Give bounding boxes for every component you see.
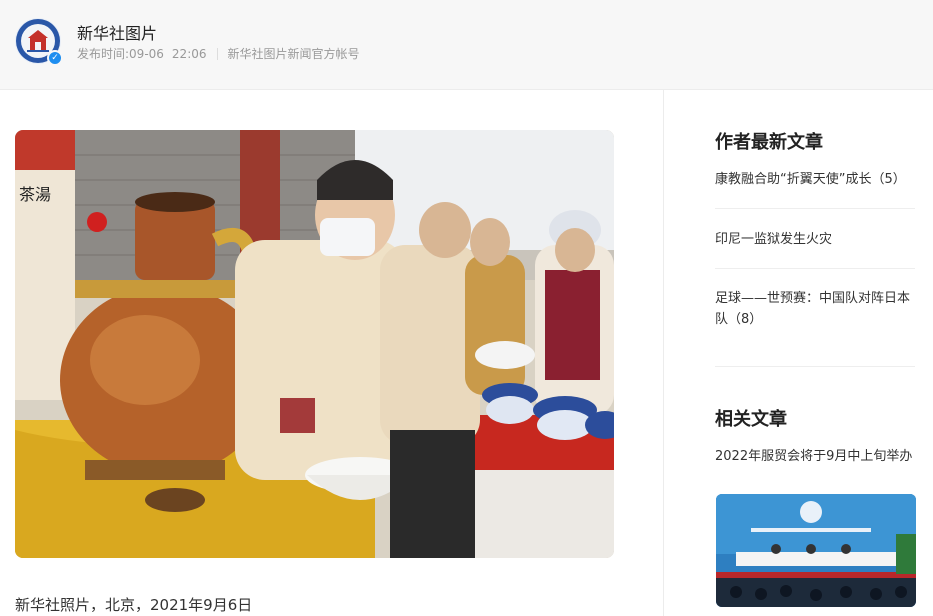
divider <box>715 208 915 209</box>
account-name[interactable]: 新华社图片 <box>77 20 157 44</box>
latest-articles-heading: 作者最新文章 <box>715 132 823 153</box>
svg-text:茶湯: 茶湯 <box>19 185 51 204</box>
publish-label: 发布时间: <box>77 47 130 61</box>
latest-article-2[interactable]: 印尼一监狱发生火灾 <box>715 229 915 250</box>
news-photo[interactable]: 茶湯 <box>15 130 614 558</box>
column-divider <box>663 90 664 616</box>
publish-date: 09-06 <box>129 46 164 61</box>
divider <box>715 268 915 269</box>
press-conference-image <box>716 494 916 607</box>
latest-article-3[interactable]: 足球——世预赛：中国队对阵日本队（8） <box>715 288 915 330</box>
photo-caption: 新华社照片，北京，2021年9月6日 <box>15 596 253 614</box>
related-articles-heading: 相关文章 <box>715 409 787 430</box>
meta-divider <box>216 47 218 60</box>
publish-meta: 发布时间: 09-06 22:06 新华社图片新闻官方帐号 <box>77 45 360 62</box>
verified-check-icon: ✓ <box>47 50 63 66</box>
publish-time: 22:06 <box>171 46 207 61</box>
account-avatar[interactable]: ✓ <box>15 18 63 66</box>
latest-article-1[interactable]: 康教融合助“折翼天使”成长（5） <box>715 169 915 190</box>
related-article-1[interactable]: 2022年服贸会将于9月中上旬举办 <box>715 446 915 467</box>
divider <box>715 366 915 367</box>
account-header: ✓ 新华社图片 发布时间: 09-06 22:06 新华社图片新闻官方帐号 <box>0 0 933 90</box>
news-photo-image: 茶湯 <box>15 130 614 558</box>
related-article-thumbnail[interactable] <box>716 494 916 607</box>
account-description: 新华社图片新闻官方帐号 <box>227 47 360 61</box>
